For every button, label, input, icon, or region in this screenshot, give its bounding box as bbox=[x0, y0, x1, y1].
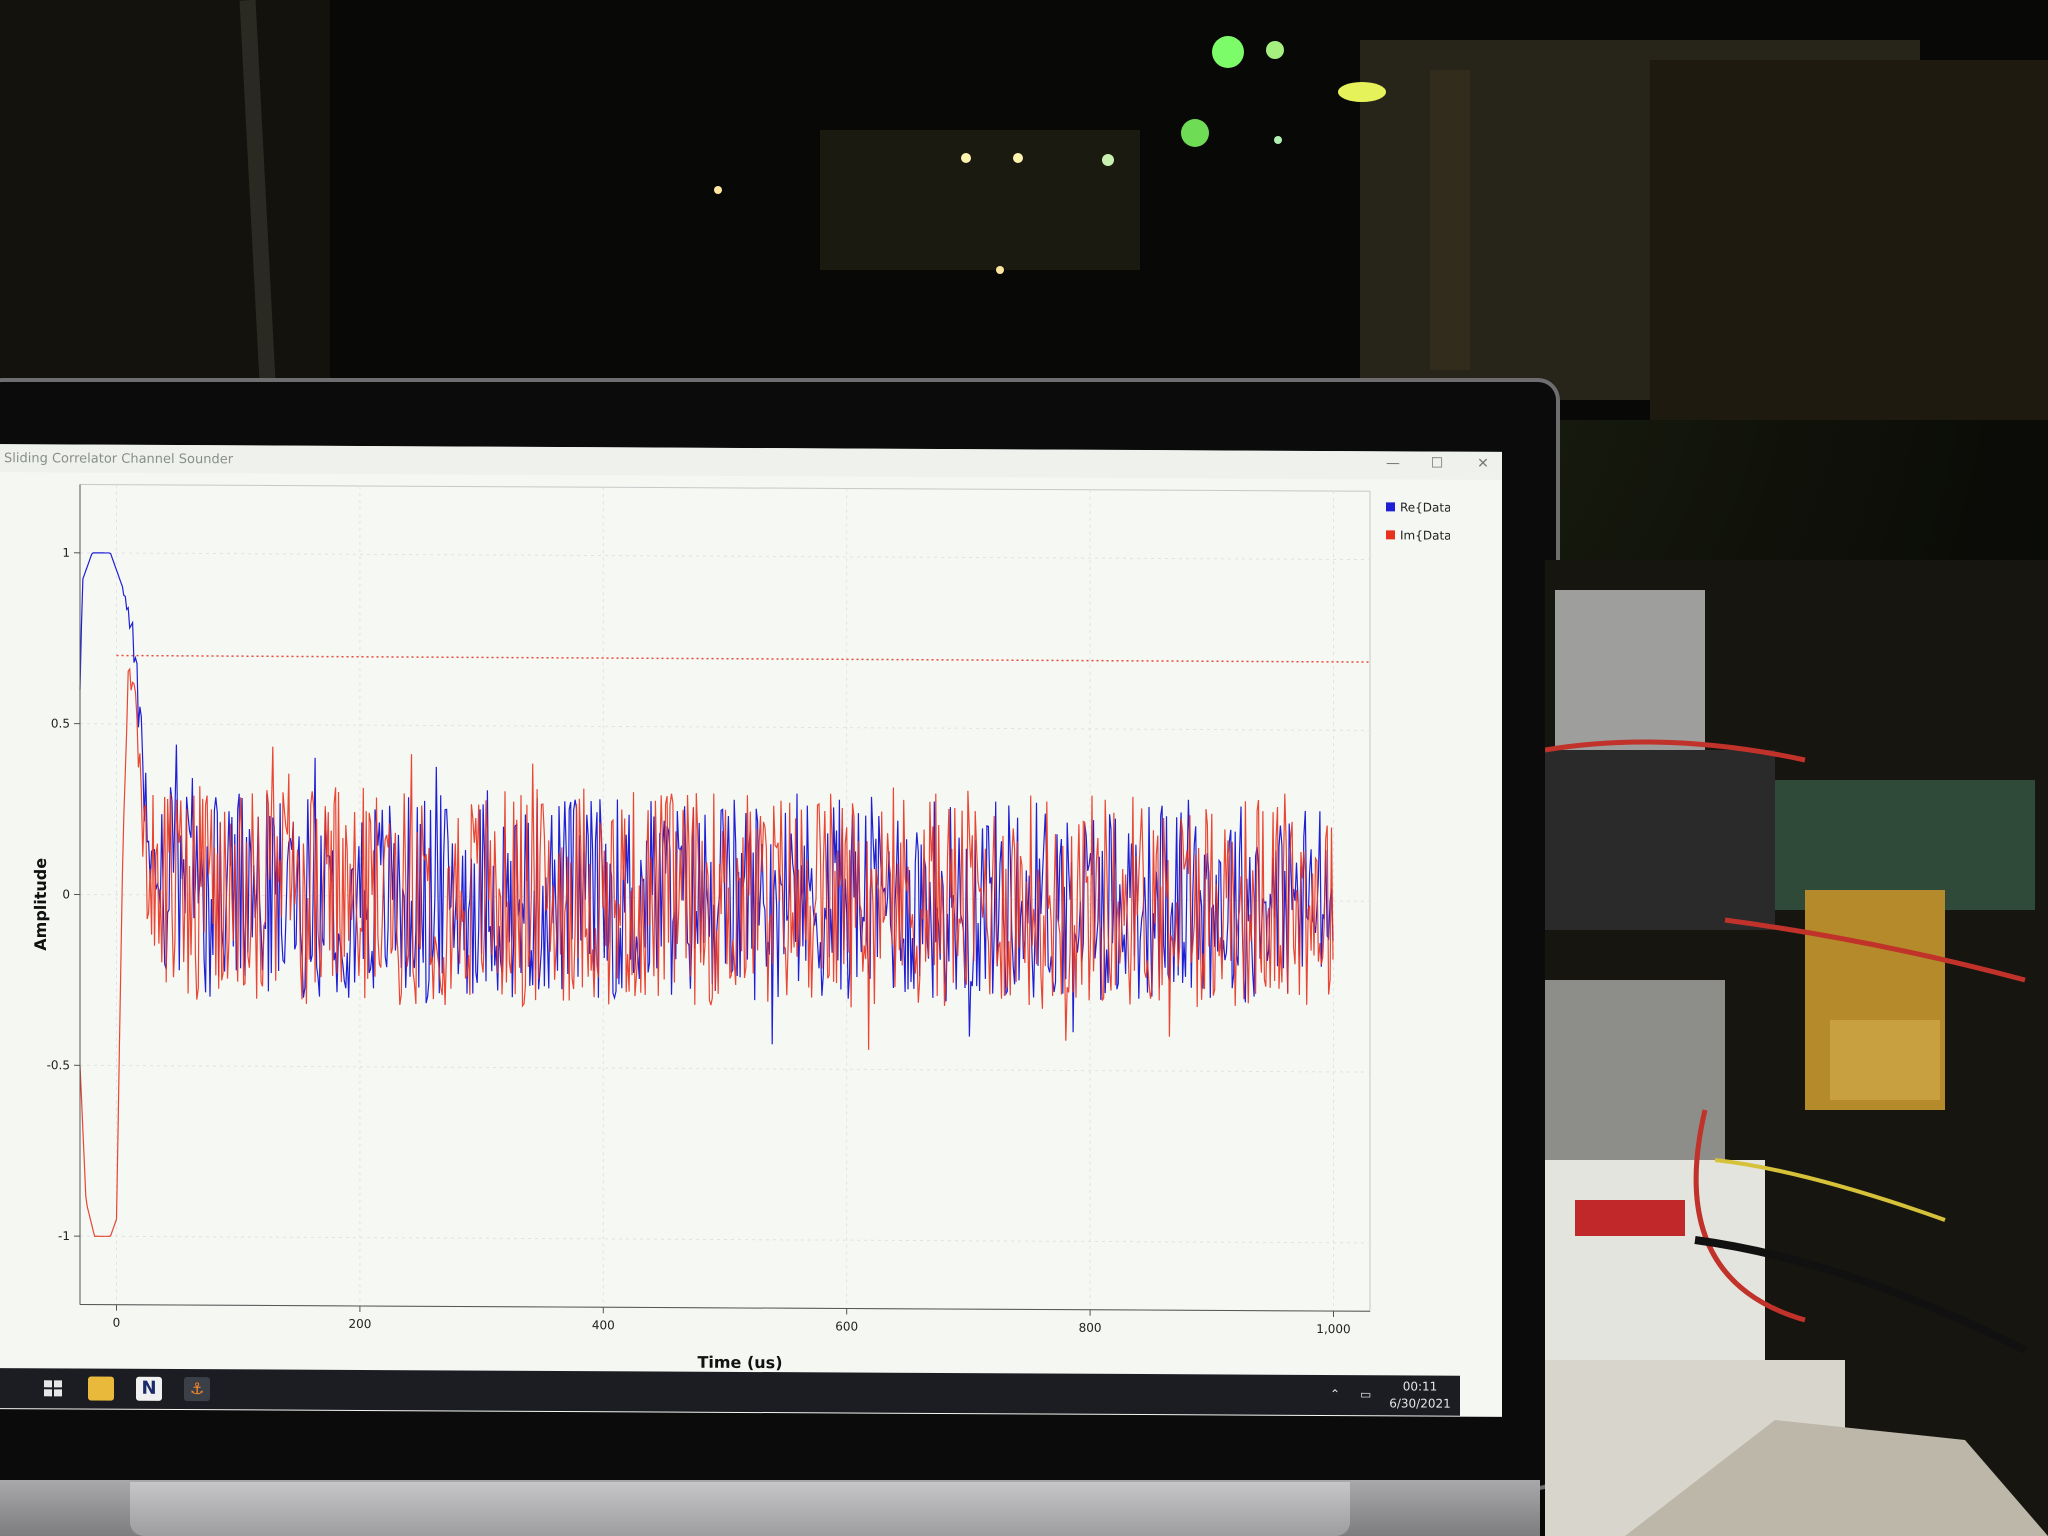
laptop-screen: Sliding Correlator Channel Sounder — ☐ ✕… bbox=[0, 444, 1502, 1417]
x-tick-label: 800 bbox=[1079, 1321, 1102, 1335]
window-title: Sliding Correlator Channel Sounder bbox=[4, 451, 234, 468]
file-explorer-icon[interactable] bbox=[88, 1376, 114, 1401]
plot-legend: Re{Data 0} Im{Data 0} bbox=[1386, 500, 1450, 543]
y-tick-label: -1 bbox=[58, 1229, 70, 1243]
onenote-icon[interactable]: N bbox=[136, 1376, 162, 1401]
legend-label: Im{Data 0} bbox=[1400, 528, 1450, 542]
battery-icon: ▭ bbox=[1360, 1387, 1372, 1402]
channel-plot[interactable]: 0 200 400 600 800 1,000 1 0.5 0 -0.5 -1 Re{Data 0}… bbox=[30, 474, 1450, 1381]
clock-time[interactable]: 00:11 bbox=[1390, 1379, 1450, 1393]
legend-swatch bbox=[1386, 502, 1395, 512]
x-axis-label: Time (us) bbox=[697, 1353, 782, 1372]
y-tick-label: 0.5 bbox=[51, 717, 70, 731]
clock-date[interactable]: 6/30/2021 bbox=[1385, 1396, 1455, 1410]
tray-chevron-icon[interactable]: ⌃ bbox=[1330, 1387, 1340, 1401]
night-background bbox=[0, 0, 2048, 420]
x-tick-label: 200 bbox=[348, 1317, 371, 1331]
y-tick-label: -0.5 bbox=[47, 1058, 70, 1072]
x-tick-label: 400 bbox=[592, 1318, 615, 1332]
taskbar: N ⚓ ⌃ ▭ 00:11 6/30/2021 bbox=[0, 1368, 1460, 1416]
laptop-hinge bbox=[130, 1482, 1350, 1536]
legend-label: Re{Data 0} bbox=[1400, 500, 1450, 514]
gnuradio-icon[interactable]: ⚓ bbox=[184, 1377, 210, 1402]
y-tick-label: 1 bbox=[62, 546, 70, 560]
minimize-button[interactable]: — bbox=[1378, 455, 1408, 475]
maximize-button[interactable]: ☐ bbox=[1422, 456, 1452, 476]
windows-start-icon[interactable] bbox=[40, 1376, 66, 1400]
rf-equipment bbox=[1545, 560, 2048, 1536]
photo-scene: Sliding Correlator Channel Sounder — ☐ ✕… bbox=[0, 0, 2048, 1536]
x-tick-label: 1,000 bbox=[1316, 1322, 1350, 1336]
close-button[interactable]: ✕ bbox=[1468, 456, 1498, 476]
y-axis-label: Amplitude bbox=[31, 858, 50, 951]
x-tick-label: 0 bbox=[113, 1316, 121, 1330]
legend-swatch bbox=[1386, 530, 1395, 540]
y-tick-label: 0 bbox=[62, 887, 70, 901]
x-tick-label: 600 bbox=[835, 1319, 858, 1333]
